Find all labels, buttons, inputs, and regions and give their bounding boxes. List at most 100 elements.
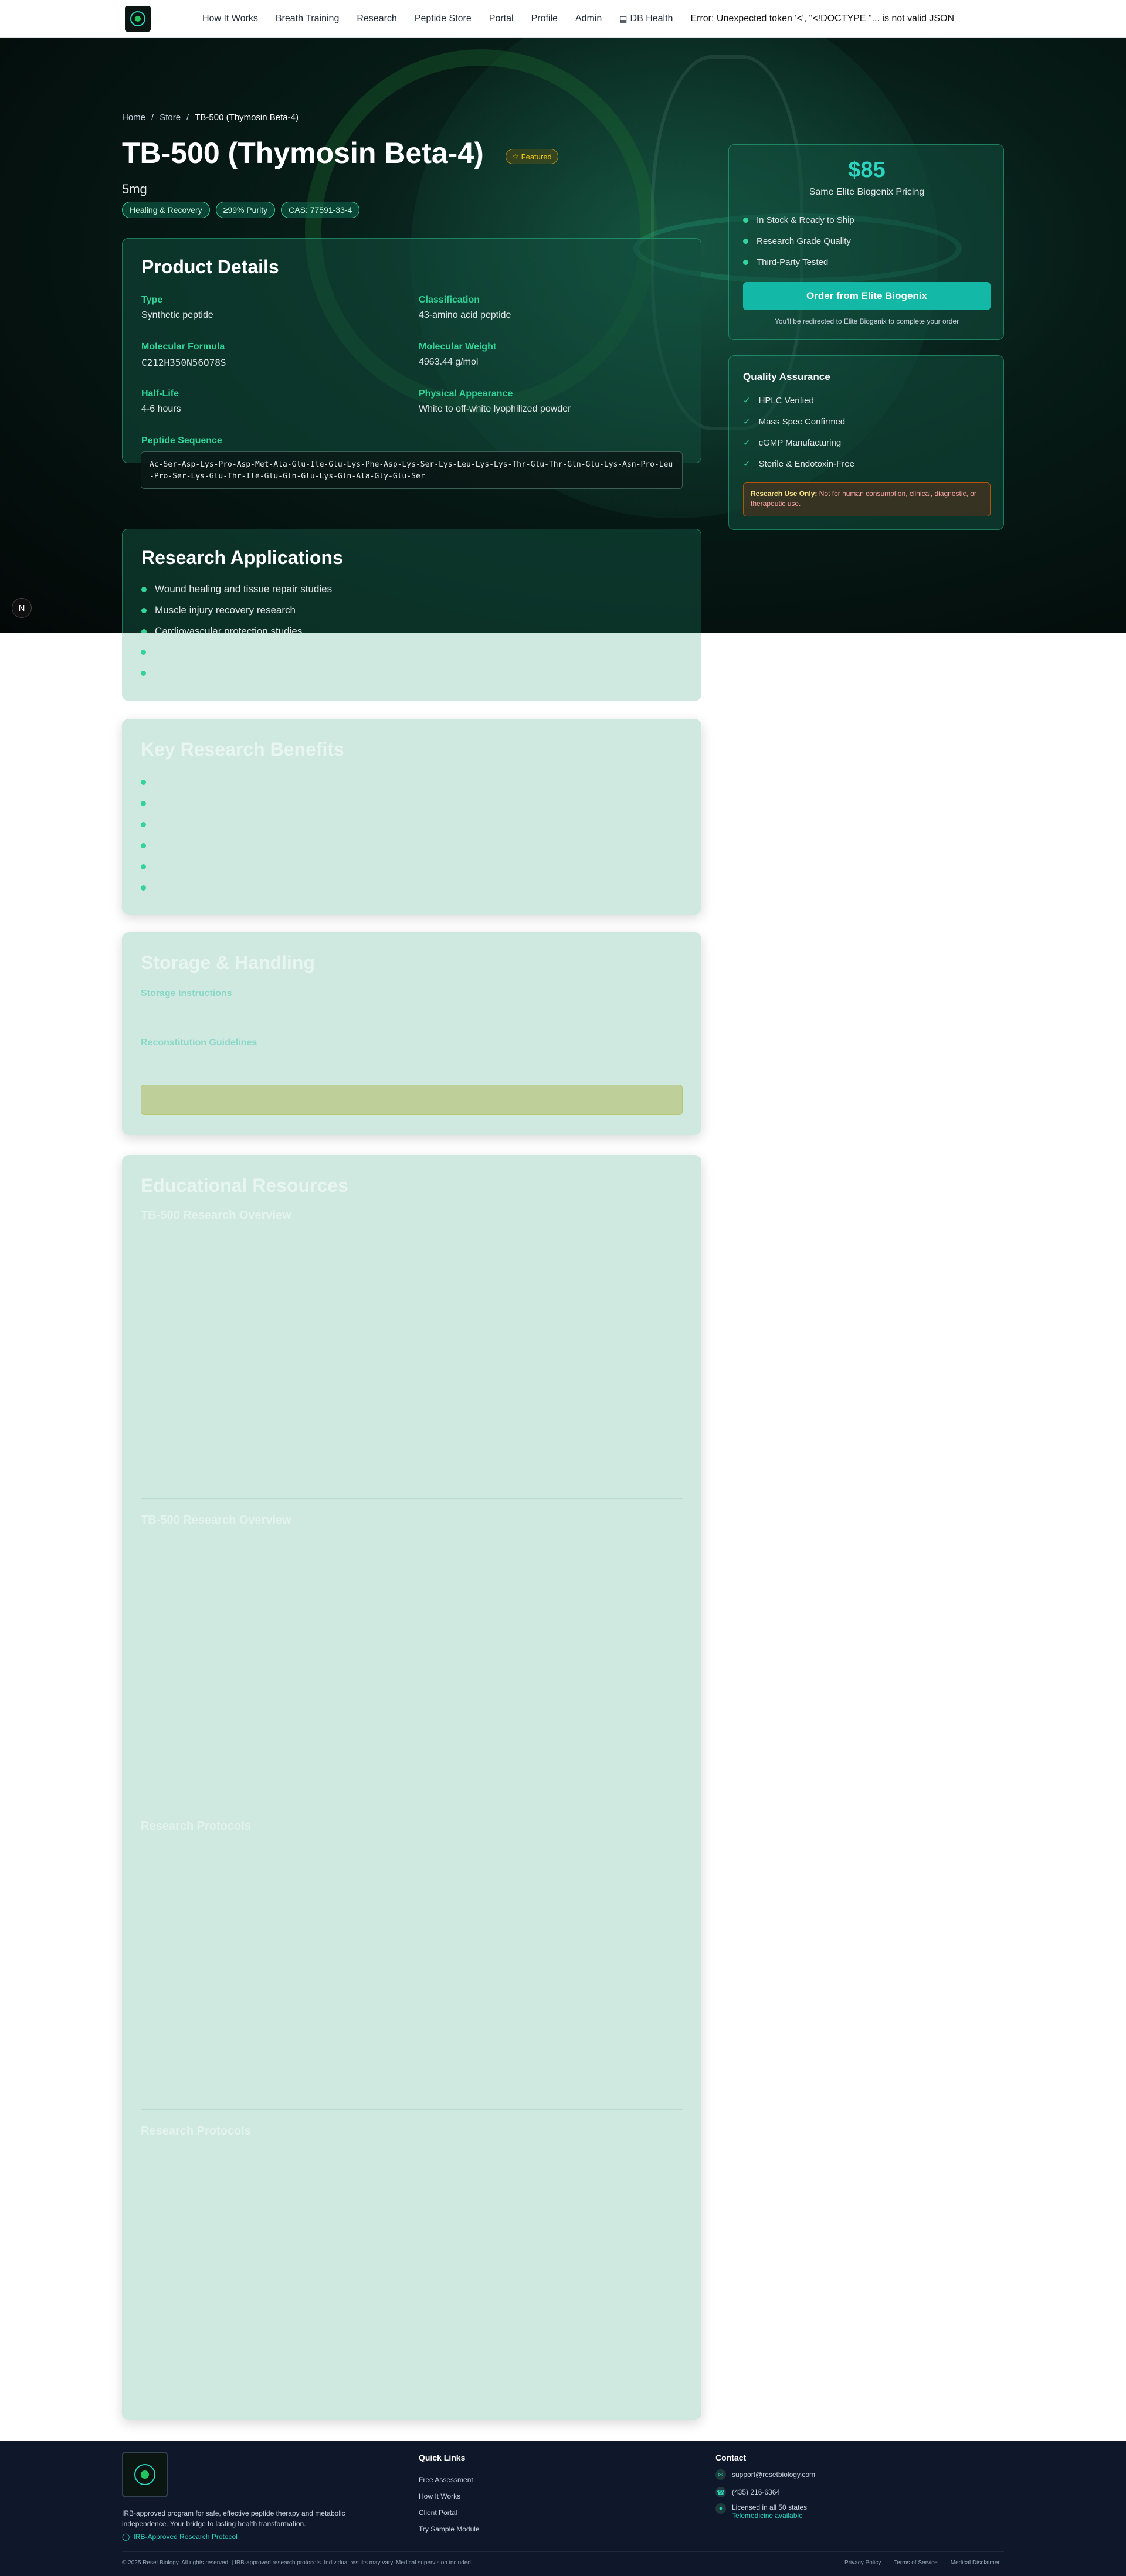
- nav-admin[interactable]: Admin: [575, 13, 602, 24]
- feature-item: In Stock & Ready to Ship: [743, 209, 854, 230]
- nav-breath-training[interactable]: Breath Training: [276, 13, 340, 24]
- footer-link[interactable]: Free Assessment: [419, 2472, 480, 2488]
- reconstitution-label: Reconstitution Guidelines: [141, 1038, 257, 1048]
- contact-email[interactable]: ✉ support@resetbiology.com: [715, 2469, 815, 2480]
- bullet-icon: [141, 801, 146, 806]
- bullet-icon: [141, 822, 146, 827]
- product-details-heading: Product Details: [141, 256, 279, 277]
- field-value: 4-6 hours: [141, 404, 181, 414]
- storage-heading: Storage & Handling: [141, 952, 315, 973]
- applications-faded-tail: [122, 633, 701, 701]
- list-item-text: Muscle injury recovery research: [155, 604, 296, 616]
- feature-item: Research Grade Quality: [743, 230, 854, 252]
- footer: IRB-approved program for safe, effective…: [0, 2441, 1126, 2576]
- nav-research[interactable]: Research: [357, 13, 396, 24]
- breadcrumb-store[interactable]: Store: [160, 113, 181, 123]
- tag-category: Healing & Recovery: [122, 202, 210, 218]
- feature-item: Third-Party Tested: [743, 252, 854, 273]
- database-icon: ▤: [619, 13, 628, 23]
- shield-icon: ◯: [122, 2533, 130, 2541]
- bullet-icon: [743, 217, 748, 223]
- nav-db-health[interactable]: ▤ DB Health: [619, 13, 673, 24]
- nav-how-it-works[interactable]: How It Works: [202, 13, 258, 24]
- dev-indicator-icon[interactable]: N: [12, 598, 32, 618]
- tag-purity: ≥99% Purity: [215, 202, 276, 218]
- pricing-card: $85 Same Elite Biogenix Pricing In Stock…: [728, 144, 1004, 340]
- field-label: Type: [141, 295, 163, 305]
- field-value: White to off-white lyophilized powder: [419, 404, 571, 414]
- quality-item-text: Mass Spec Confirmed: [758, 416, 846, 427]
- benefits-card: Key Research Benefits: [122, 719, 701, 915]
- benefits-heading: Key Research Benefits: [141, 739, 344, 760]
- quality-item: ✓ Sterile & Endotoxin-Free: [743, 453, 854, 474]
- order-button[interactable]: Order from Elite Biogenix: [743, 282, 991, 310]
- field-label: Half-Life: [141, 389, 179, 399]
- field-value: Synthetic peptide: [141, 310, 213, 320]
- breadcrumb-home[interactable]: Home: [122, 113, 145, 123]
- protocols-heading: Research Protocols: [141, 1820, 251, 1833]
- breadcrumb-sep: /: [186, 113, 189, 123]
- terms-link[interactable]: Terms of Service: [894, 2560, 937, 2566]
- field-label: Molecular Formula: [141, 342, 225, 352]
- product-details-card: Product Details Type Synthetic peptide C…: [122, 238, 701, 463]
- storage-warning-box: [141, 1085, 683, 1115]
- list-item-text: Wound healing and tissue repair studies: [155, 583, 333, 594]
- quality-item-text: Sterile & Endotoxin-Free: [758, 458, 854, 469]
- nav-peptide-store[interactable]: Peptide Store: [415, 13, 472, 24]
- irb-text: IRB-Approved Research Protocol: [133, 2533, 238, 2541]
- licensed-text: Licensed in all 50 states: [732, 2503, 808, 2512]
- nav-portal[interactable]: Portal: [489, 13, 514, 24]
- footer-divider: [122, 2551, 1004, 2552]
- overview-heading: TB-500 Research Overview: [141, 1209, 291, 1222]
- feature-text: In Stock & Ready to Ship: [757, 215, 854, 225]
- tag-cas: CAS: 77591-33-4: [281, 202, 360, 218]
- quick-links-heading: Quick Links: [419, 2453, 466, 2462]
- nav-profile[interactable]: Profile: [531, 13, 558, 24]
- quality-item-text: cGMP Manufacturing: [758, 437, 842, 448]
- educational-heading: Educational Resources: [141, 1175, 348, 1196]
- footer-link[interactable]: Try Sample Module: [419, 2521, 480, 2537]
- footer-link[interactable]: How It Works: [419, 2488, 480, 2504]
- featured-badge: ☆ Featured: [506, 149, 558, 164]
- tag-list: Healing & Recovery ≥99% Purity CAS: 7759…: [122, 202, 360, 218]
- featured-label: Featured: [521, 152, 552, 161]
- star-icon: ☆: [512, 152, 519, 161]
- mail-icon: ✉: [715, 2469, 726, 2480]
- feature-text: Third-Party Tested: [757, 257, 829, 267]
- phone-text: (435) 216-6364: [732, 2488, 781, 2496]
- peptide-sequence: Ac-Ser-Asp-Lys-Pro-Asp-Met-Ala-Glu-Ile-G…: [141, 451, 683, 489]
- legal-links: Privacy Policy Terms of Service Medical …: [844, 2560, 1000, 2566]
- location-icon: ●: [715, 2503, 726, 2514]
- email-text: support@resetbiology.com: [732, 2470, 816, 2479]
- error-message: Error: Unexpected token '<', "<!DOCTYPE …: [690, 13, 955, 23]
- quality-item: ✓ cGMP Manufacturing: [743, 432, 854, 453]
- check-icon: ✓: [743, 417, 751, 427]
- price: $85: [848, 158, 886, 182]
- divider: [141, 1498, 683, 1499]
- educational-resources-card: Educational Resources TB-500 Research Ov…: [122, 1155, 701, 2420]
- footer-link[interactable]: Client Portal: [419, 2504, 480, 2521]
- field-value: 4963.44 g/mol: [419, 357, 479, 367]
- quality-assurance-card: Quality Assurance ✓ HPLC Verified ✓ Mass S…: [728, 355, 1004, 530]
- logo[interactable]: [125, 6, 151, 32]
- privacy-link[interactable]: Privacy Policy: [844, 2560, 881, 2566]
- breadcrumb-sep: /: [151, 113, 154, 123]
- protocols-heading: Research Protocols: [141, 2125, 251, 2137]
- breadcrumb-current: TB-500 (Thymosin Beta-4): [195, 113, 299, 123]
- field-label: Molecular Weight: [419, 342, 497, 352]
- check-icon: ✓: [743, 438, 751, 448]
- contact-phone[interactable]: ☎ (435) 216-6364: [715, 2487, 780, 2497]
- telemedicine-text: Telemedicine available: [732, 2512, 803, 2520]
- contact-license: ● Licensed in all 50 states Telemedicine a…: [715, 2503, 807, 2520]
- top-nav: How It Works Breath Training Research Pe…: [0, 0, 1126, 38]
- bullet-icon: [141, 864, 146, 869]
- research-applications-heading: Research Applications: [141, 547, 343, 568]
- feature-text: Research Grade Quality: [757, 236, 851, 246]
- bullet-icon: [141, 780, 146, 785]
- irb-badge: ◯ IRB-Approved Research Protocol: [122, 2533, 238, 2541]
- bullet-icon: [141, 607, 147, 613]
- disclaimer-link[interactable]: Medical Disclaimer: [951, 2560, 1000, 2566]
- quality-heading: Quality Assurance: [743, 371, 830, 382]
- pricing-subtitle: Same Elite Biogenix Pricing: [809, 187, 925, 197]
- bullet-icon: [141, 586, 147, 592]
